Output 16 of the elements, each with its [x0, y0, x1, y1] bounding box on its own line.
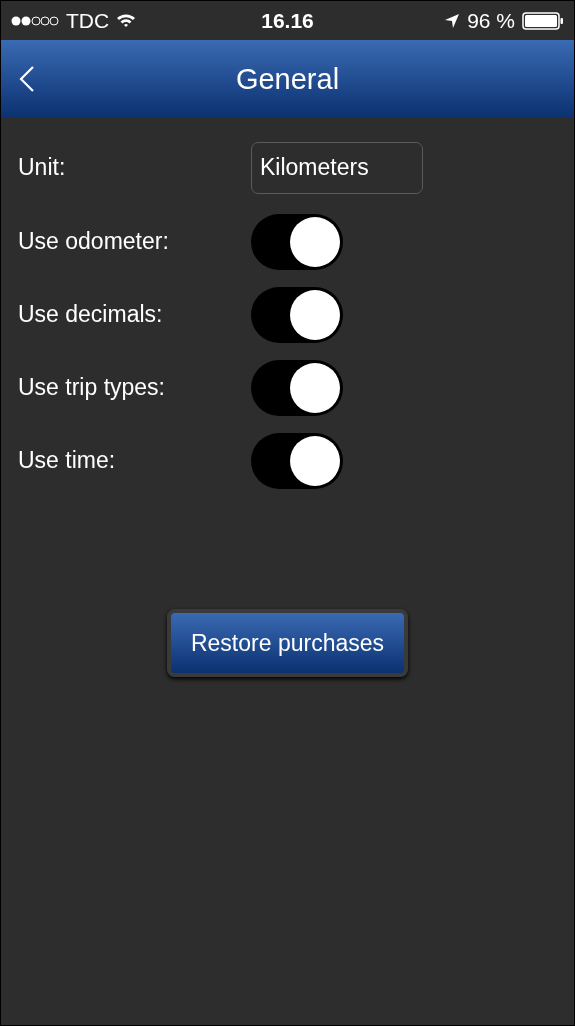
setting-label: Use odometer: [18, 228, 170, 255]
battery-percent: 96 % [467, 8, 515, 33]
location-arrow-icon [444, 12, 461, 29]
setting-label: Use time: [18, 447, 117, 474]
screen-title: General [235, 62, 340, 96]
status-time: 16.16 [261, 8, 314, 33]
signal-icon [11, 14, 59, 27]
setting-label: Use decimals: [18, 301, 164, 328]
battery-icon [522, 11, 564, 30]
unit-field[interactable]: Kilometers [251, 141, 423, 194]
restore-purchases-button[interactable]: Restore purchases [167, 609, 408, 677]
setting-label: Unit: [18, 154, 67, 181]
wifi-icon [116, 13, 137, 28]
carrier-name: TDC [66, 8, 110, 33]
setting-label: Use trip types: [18, 374, 166, 401]
back-chevron-icon [19, 65, 35, 93]
